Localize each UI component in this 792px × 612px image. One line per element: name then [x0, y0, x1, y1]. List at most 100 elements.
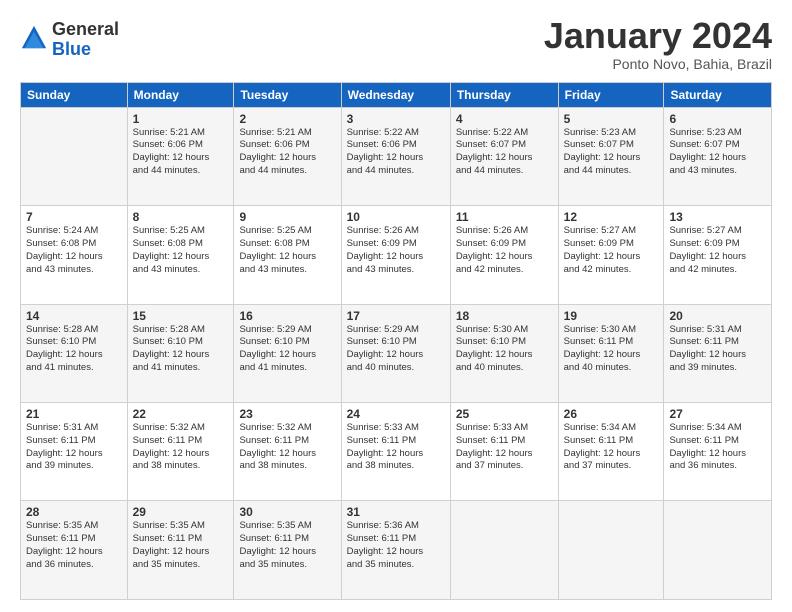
day-number: 13	[669, 210, 766, 224]
cell-text: Sunrise: 5:26 AMSunset: 6:09 PMDaylight:…	[347, 225, 445, 276]
calendar-cell: 13Sunrise: 5:27 AMSunset: 6:09 PMDayligh…	[664, 206, 772, 304]
logo-blue: Blue	[52, 40, 119, 60]
day-number: 7	[26, 210, 122, 224]
col-monday: Monday	[127, 82, 234, 107]
cell-text: Sunrise: 5:35 AMSunset: 6:11 PMDaylight:…	[133, 520, 229, 571]
logo: General Blue	[20, 20, 119, 60]
calendar-cell: 10Sunrise: 5:26 AMSunset: 6:09 PMDayligh…	[341, 206, 450, 304]
cell-text: Sunrise: 5:32 AMSunset: 6:11 PMDaylight:…	[239, 422, 335, 473]
day-number: 21	[26, 407, 122, 421]
col-wednesday: Wednesday	[341, 82, 450, 107]
logo-text: General Blue	[52, 20, 119, 60]
calendar-cell: 23Sunrise: 5:32 AMSunset: 6:11 PMDayligh…	[234, 403, 341, 501]
calendar-cell: 24Sunrise: 5:33 AMSunset: 6:11 PMDayligh…	[341, 403, 450, 501]
col-sunday: Sunday	[21, 82, 128, 107]
day-number: 19	[564, 309, 659, 323]
calendar-cell: 4Sunrise: 5:22 AMSunset: 6:07 PMDaylight…	[450, 107, 558, 205]
calendar-cell	[21, 107, 128, 205]
cell-text: Sunrise: 5:34 AMSunset: 6:11 PMDaylight:…	[669, 422, 766, 473]
cell-text: Sunrise: 5:23 AMSunset: 6:07 PMDaylight:…	[564, 127, 659, 178]
cell-text: Sunrise: 5:29 AMSunset: 6:10 PMDaylight:…	[347, 324, 445, 375]
cell-text: Sunrise: 5:35 AMSunset: 6:11 PMDaylight:…	[239, 520, 335, 571]
cell-text: Sunrise: 5:31 AMSunset: 6:11 PMDaylight:…	[26, 422, 122, 473]
calendar-cell: 15Sunrise: 5:28 AMSunset: 6:10 PMDayligh…	[127, 304, 234, 402]
calendar-cell	[664, 501, 772, 600]
day-number: 9	[239, 210, 335, 224]
calendar-cell: 7Sunrise: 5:24 AMSunset: 6:08 PMDaylight…	[21, 206, 128, 304]
calendar-row-4: 21Sunrise: 5:31 AMSunset: 6:11 PMDayligh…	[21, 403, 772, 501]
calendar-row-3: 14Sunrise: 5:28 AMSunset: 6:10 PMDayligh…	[21, 304, 772, 402]
cell-text: Sunrise: 5:25 AMSunset: 6:08 PMDaylight:…	[239, 225, 335, 276]
day-number: 1	[133, 112, 229, 126]
day-number: 16	[239, 309, 335, 323]
day-number: 6	[669, 112, 766, 126]
day-number: 29	[133, 505, 229, 519]
day-number: 11	[456, 210, 553, 224]
calendar-cell: 20Sunrise: 5:31 AMSunset: 6:11 PMDayligh…	[664, 304, 772, 402]
col-friday: Friday	[558, 82, 664, 107]
logo-general: General	[52, 20, 119, 40]
header: General Blue January 2024 Ponto Novo, Ba…	[20, 16, 772, 72]
calendar-cell: 27Sunrise: 5:34 AMSunset: 6:11 PMDayligh…	[664, 403, 772, 501]
calendar-cell: 6Sunrise: 5:23 AMSunset: 6:07 PMDaylight…	[664, 107, 772, 205]
cell-text: Sunrise: 5:32 AMSunset: 6:11 PMDaylight:…	[133, 422, 229, 473]
page: General Blue January 2024 Ponto Novo, Ba…	[0, 0, 792, 612]
calendar-body: 1Sunrise: 5:21 AMSunset: 6:06 PMDaylight…	[21, 107, 772, 599]
calendar-cell: 30Sunrise: 5:35 AMSunset: 6:11 PMDayligh…	[234, 501, 341, 600]
cell-text: Sunrise: 5:30 AMSunset: 6:10 PMDaylight:…	[456, 324, 553, 375]
logo-icon	[20, 24, 48, 52]
calendar-cell: 9Sunrise: 5:25 AMSunset: 6:08 PMDaylight…	[234, 206, 341, 304]
cell-text: Sunrise: 5:35 AMSunset: 6:11 PMDaylight:…	[26, 520, 122, 571]
day-number: 17	[347, 309, 445, 323]
col-thursday: Thursday	[450, 82, 558, 107]
calendar-cell: 16Sunrise: 5:29 AMSunset: 6:10 PMDayligh…	[234, 304, 341, 402]
day-number: 4	[456, 112, 553, 126]
calendar-cell: 1Sunrise: 5:21 AMSunset: 6:06 PMDaylight…	[127, 107, 234, 205]
cell-text: Sunrise: 5:22 AMSunset: 6:06 PMDaylight:…	[347, 127, 445, 178]
calendar-cell: 19Sunrise: 5:30 AMSunset: 6:11 PMDayligh…	[558, 304, 664, 402]
calendar-cell: 5Sunrise: 5:23 AMSunset: 6:07 PMDaylight…	[558, 107, 664, 205]
cell-text: Sunrise: 5:36 AMSunset: 6:11 PMDaylight:…	[347, 520, 445, 571]
day-number: 20	[669, 309, 766, 323]
day-number: 3	[347, 112, 445, 126]
day-number: 2	[239, 112, 335, 126]
cell-text: Sunrise: 5:33 AMSunset: 6:11 PMDaylight:…	[347, 422, 445, 473]
day-number: 14	[26, 309, 122, 323]
calendar-cell	[558, 501, 664, 600]
day-number: 10	[347, 210, 445, 224]
calendar-cell: 11Sunrise: 5:26 AMSunset: 6:09 PMDayligh…	[450, 206, 558, 304]
cell-text: Sunrise: 5:23 AMSunset: 6:07 PMDaylight:…	[669, 127, 766, 178]
day-number: 23	[239, 407, 335, 421]
cell-text: Sunrise: 5:22 AMSunset: 6:07 PMDaylight:…	[456, 127, 553, 178]
calendar-cell: 22Sunrise: 5:32 AMSunset: 6:11 PMDayligh…	[127, 403, 234, 501]
calendar-table: Sunday Monday Tuesday Wednesday Thursday…	[20, 82, 772, 600]
cell-text: Sunrise: 5:21 AMSunset: 6:06 PMDaylight:…	[133, 127, 229, 178]
calendar-cell: 14Sunrise: 5:28 AMSunset: 6:10 PMDayligh…	[21, 304, 128, 402]
calendar-row-1: 1Sunrise: 5:21 AMSunset: 6:06 PMDaylight…	[21, 107, 772, 205]
col-saturday: Saturday	[664, 82, 772, 107]
cell-text: Sunrise: 5:34 AMSunset: 6:11 PMDaylight:…	[564, 422, 659, 473]
day-number: 5	[564, 112, 659, 126]
calendar-header: Sunday Monday Tuesday Wednesday Thursday…	[21, 82, 772, 107]
day-number: 12	[564, 210, 659, 224]
calendar-cell: 2Sunrise: 5:21 AMSunset: 6:06 PMDaylight…	[234, 107, 341, 205]
cell-text: Sunrise: 5:21 AMSunset: 6:06 PMDaylight:…	[239, 127, 335, 178]
day-number: 25	[456, 407, 553, 421]
day-number: 15	[133, 309, 229, 323]
day-number: 27	[669, 407, 766, 421]
title-block: January 2024 Ponto Novo, Bahia, Brazil	[544, 16, 772, 72]
cell-text: Sunrise: 5:33 AMSunset: 6:11 PMDaylight:…	[456, 422, 553, 473]
calendar-cell: 8Sunrise: 5:25 AMSunset: 6:08 PMDaylight…	[127, 206, 234, 304]
cell-text: Sunrise: 5:28 AMSunset: 6:10 PMDaylight:…	[26, 324, 122, 375]
day-number: 26	[564, 407, 659, 421]
cell-text: Sunrise: 5:28 AMSunset: 6:10 PMDaylight:…	[133, 324, 229, 375]
calendar-cell: 31Sunrise: 5:36 AMSunset: 6:11 PMDayligh…	[341, 501, 450, 600]
location-subtitle: Ponto Novo, Bahia, Brazil	[544, 56, 772, 72]
calendar-cell: 12Sunrise: 5:27 AMSunset: 6:09 PMDayligh…	[558, 206, 664, 304]
day-number: 30	[239, 505, 335, 519]
calendar-cell: 29Sunrise: 5:35 AMSunset: 6:11 PMDayligh…	[127, 501, 234, 600]
calendar-cell: 26Sunrise: 5:34 AMSunset: 6:11 PMDayligh…	[558, 403, 664, 501]
header-row: Sunday Monday Tuesday Wednesday Thursday…	[21, 82, 772, 107]
day-number: 31	[347, 505, 445, 519]
calendar-cell: 21Sunrise: 5:31 AMSunset: 6:11 PMDayligh…	[21, 403, 128, 501]
